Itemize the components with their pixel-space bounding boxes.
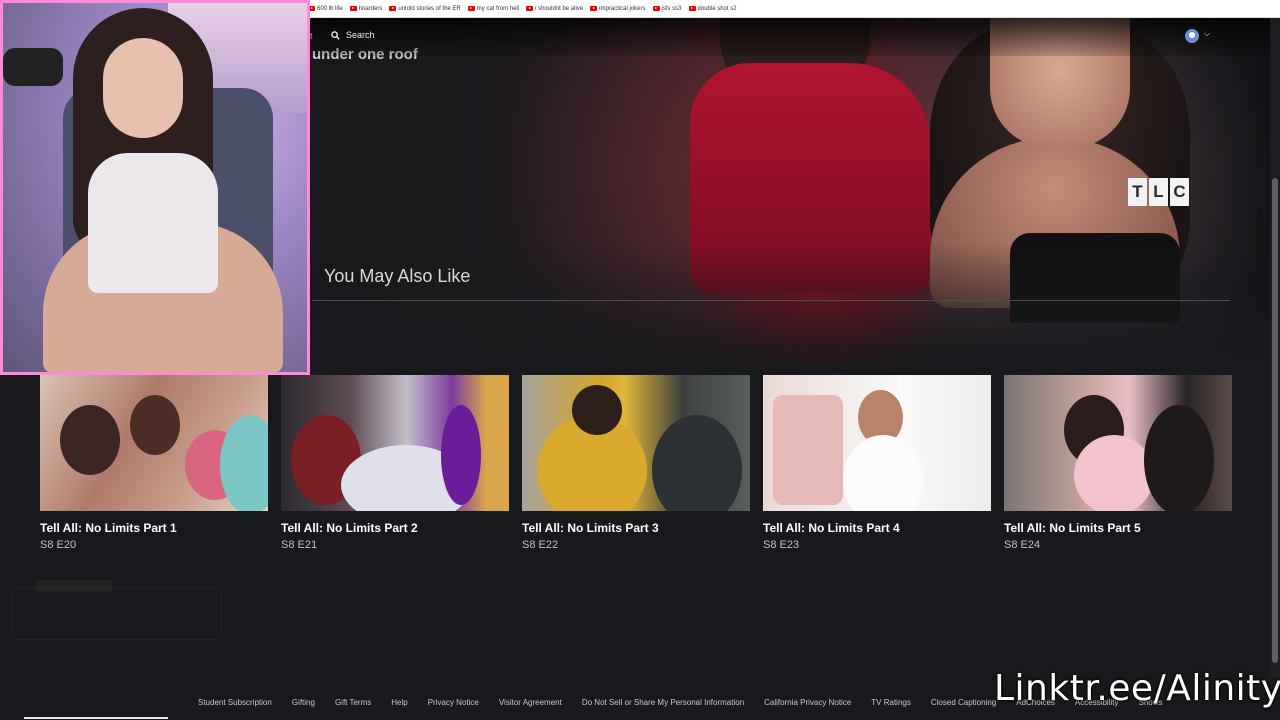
search-icon: [331, 30, 340, 40]
episode-thumbnail[interactable]: [763, 375, 991, 511]
youtube-icon: [349, 6, 357, 11]
stream-watermark: Linktr.ee/Alinity: [994, 668, 1280, 709]
bookmark-label: hoarders: [358, 5, 383, 12]
footer-link[interactable]: Privacy Notice: [428, 698, 479, 707]
footer-underline: [24, 717, 168, 719]
episode-list: Tell All: No Limits Part 1 S8 E20 Tell A…: [40, 375, 1232, 551]
faded-panel: [12, 588, 222, 640]
webcam-streamer-body: [88, 153, 218, 293]
episode-number: S8 E23: [763, 539, 800, 551]
footer-link[interactable]: Visitor Agreement: [499, 698, 562, 707]
episode-number: S8 E22: [522, 539, 559, 551]
profile-avatar-icon[interactable]: [1185, 29, 1199, 43]
scrollbar-thumb[interactable]: [1272, 178, 1278, 663]
episode-card[interactable]: Tell All: No Limits Part 3 S8 E22: [522, 375, 750, 551]
bookmark-label: 600 lb life: [317, 5, 343, 12]
bookmark-item[interactable]: hoarders: [349, 5, 383, 12]
episode-card[interactable]: Tell All: No Limits Part 2 S8 E21: [281, 375, 509, 551]
scrollbar[interactable]: [1270, 18, 1280, 678]
bookmark-item[interactable]: i shouldnt be alive: [526, 6, 583, 12]
section-divider: [312, 300, 1230, 301]
footer-link[interactable]: Help: [391, 698, 407, 707]
episode-title[interactable]: Tell All: No Limits Part 1: [40, 521, 268, 535]
bookmark-label: double shot s2: [697, 5, 737, 12]
footer-link[interactable]: Do Not Sell or Share My Personal Informa…: [582, 698, 744, 707]
episode-thumbnail[interactable]: [281, 375, 509, 511]
episode-title[interactable]: Tell All: No Limits Part 2: [281, 521, 509, 535]
episode-title[interactable]: Tell All: No Limits Part 5: [1004, 521, 1232, 535]
bookmark-item[interactable]: untold stories of the ER: [389, 5, 461, 12]
footer-link[interactable]: TV Ratings: [871, 698, 911, 707]
microphone-icon: [3, 48, 63, 86]
chevron-down-icon[interactable]: ⌵: [1204, 29, 1210, 39]
search-button[interactable]: Search: [331, 30, 375, 40]
episode-thumbnail[interactable]: [40, 375, 268, 511]
bookmark-item[interactable]: jsfv ss3: [652, 5, 682, 12]
episode-card[interactable]: Tell All: No Limits Part 1 S8 E20: [40, 375, 268, 551]
episode-title[interactable]: Tell All: No Limits Part 3: [522, 521, 750, 535]
youtube-icon: [467, 6, 475, 11]
search-label: Search: [346, 30, 375, 40]
episode-card[interactable]: Tell All: No Limits Part 4 S8 E23: [763, 375, 991, 551]
episode-number: S8 E21: [281, 539, 318, 551]
youtube-icon: [688, 6, 696, 11]
bookmark-label: untold stories of the ER: [398, 5, 461, 12]
bookmark-label: my cat from hell: [476, 5, 520, 12]
youtube-icon: [590, 6, 598, 11]
tlc-logo: T L C: [1128, 178, 1189, 206]
section-title: You May Also Like: [324, 266, 471, 286]
episode-number: S8 E24: [1004, 539, 1041, 551]
youtube-icon: [526, 6, 534, 11]
tlc-logo-letter: L: [1149, 178, 1168, 206]
bookmark-label: jsfv ss3: [661, 5, 682, 12]
bookmark-item[interactable]: my cat from hell: [467, 5, 520, 12]
tlc-logo-letter: T: [1128, 178, 1147, 206]
episode-card[interactable]: Tell All: No Limits Part 5 S8 E24: [1004, 375, 1232, 551]
footer-link[interactable]: Student Subscription: [198, 698, 272, 707]
bookmark-item[interactable]: 600 lb life: [308, 6, 343, 12]
bookmark-label: impractical jokers: [599, 5, 646, 12]
episode-thumbnail[interactable]: [1004, 375, 1232, 511]
footer-link[interactable]: California Privacy Notice: [764, 698, 851, 707]
episode-thumbnail[interactable]: [522, 375, 750, 511]
youtube-icon: [389, 6, 397, 11]
tlc-logo-letter: C: [1170, 178, 1189, 206]
bookmark-item[interactable]: impractical jokers: [590, 5, 646, 12]
footer-link[interactable]: Gifting: [292, 698, 315, 707]
bookmark-label: i shouldnt be alive: [535, 5, 584, 12]
webcam-overlay: [0, 0, 310, 375]
episode-number: S8 E20: [40, 539, 77, 551]
webcam-streamer-face: [103, 38, 183, 138]
footer-link[interactable]: Closed Captioning: [931, 698, 996, 707]
nav-item-partial[interactable]: t: [310, 31, 313, 41]
footer-link[interactable]: Gift Terms: [335, 698, 371, 707]
episode-title[interactable]: Tell All: No Limits Part 4: [763, 521, 991, 535]
bookmark-item[interactable]: double shot s2: [688, 5, 737, 12]
youtube-icon: [652, 6, 660, 11]
